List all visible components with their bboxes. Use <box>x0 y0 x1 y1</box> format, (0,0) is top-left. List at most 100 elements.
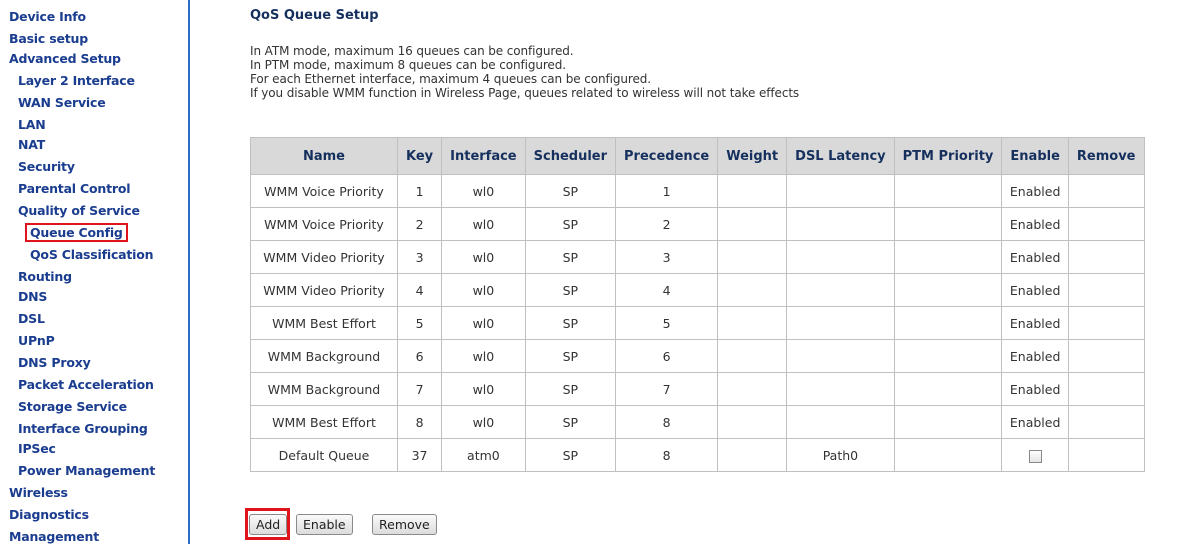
cell-weight <box>717 174 788 208</box>
cell-interface: wl0 <box>441 372 526 406</box>
cell-name: WMM Voice Priority <box>250 207 398 241</box>
sidebar-item-security[interactable]: Security <box>18 159 75 174</box>
table-body: WMM Voice Priority 1 wl0 SP 1 Enabled WMM Voic… <box>250 174 1145 472</box>
sidebar-item-advanced-setup[interactable]: Advanced Setup <box>9 51 121 66</box>
cell-weight <box>717 273 788 307</box>
sidebar-item-management[interactable]: Management <box>9 529 99 544</box>
cell-ptm-priority <box>893 372 1003 406</box>
cell-precedence: 6 <box>615 339 719 373</box>
enable-button[interactable]: Enable <box>296 514 353 535</box>
sidebar-item-ipsec[interactable]: IPSec <box>18 441 56 456</box>
add-button[interactable]: Add <box>249 514 288 535</box>
cell-dsl-latency <box>786 306 895 340</box>
cell-interface: wl0 <box>441 240 526 274</box>
table-row: WMM Best Effort 5 wl0 SP 5 Enabled <box>250 306 1145 340</box>
cell-name: WMM Background <box>250 339 398 373</box>
cell-enable: Enabled <box>1001 405 1069 439</box>
cell-weight <box>717 339 788 373</box>
sidebar-item-interface-grouping[interactable]: Interface Grouping <box>18 421 148 436</box>
column-header-scheduler: Scheduler <box>524 137 617 175</box>
cell-remove <box>1067 174 1145 208</box>
cell-remove <box>1067 240 1145 274</box>
cell-remove <box>1067 438 1145 472</box>
sidebar-item-dns-proxy[interactable]: DNS Proxy <box>18 355 91 370</box>
cell-precedence: 3 <box>615 240 719 274</box>
cell-key: 4 <box>396 273 443 307</box>
cell-dsl-latency <box>786 207 895 241</box>
cell-precedence: 1 <box>615 174 719 208</box>
sidebar-item-power-management[interactable]: Power Management <box>18 463 155 478</box>
cell-enable: Enabled <box>1001 372 1069 406</box>
sidebar-item-qos-classification[interactable]: QoS Classification <box>30 247 154 262</box>
cell-name: WMM Best Effort <box>250 405 398 439</box>
column-header-weight: Weight <box>717 137 788 175</box>
cell-scheduler: SP <box>524 240 617 274</box>
enable-checkbox[interactable] <box>1028 449 1042 463</box>
sidebar-item-lan[interactable]: LAN <box>18 117 46 132</box>
sidebar-item-routing[interactable]: Routing <box>18 269 72 284</box>
sidebar-item-storage-service[interactable]: Storage Service <box>18 399 127 414</box>
cell-scheduler: SP <box>524 372 617 406</box>
cell-weight <box>717 207 788 241</box>
cell-weight <box>717 372 788 406</box>
sidebar-item-diagnostics[interactable]: Diagnostics <box>9 507 89 522</box>
sidebar-item-packet-acceleration[interactable]: Packet Acceleration <box>18 377 154 392</box>
qos-queue-table: Name Key Interface Scheduler Precedence … <box>250 137 1145 472</box>
sidebar-item-dns[interactable]: DNS <box>18 289 47 304</box>
sidebar-item-queue-config[interactable]: Queue Config <box>25 223 128 242</box>
cell-interface: atm0 <box>441 438 526 472</box>
cell-dsl-latency <box>786 405 895 439</box>
sidebar-item-nat[interactable]: NAT <box>18 137 45 152</box>
cell-interface: wl0 <box>441 405 526 439</box>
cell-precedence: 5 <box>615 306 719 340</box>
cell-interface: wl0 <box>441 273 526 307</box>
cell-weight <box>717 405 788 439</box>
sidebar-item-device-info[interactable]: Device Info <box>9 9 86 24</box>
table-row: WMM Voice Priority 1 wl0 SP 1 Enabled <box>250 174 1145 208</box>
sidebar-item-layer2-interface[interactable]: Layer 2 Interface <box>18 73 135 88</box>
table-row: WMM Background 6 wl0 SP 6 Enabled <box>250 339 1145 373</box>
cell-key: 3 <box>396 240 443 274</box>
cell-key: 8 <box>396 405 443 439</box>
cell-scheduler: SP <box>524 438 617 472</box>
cell-dsl-latency <box>786 339 895 373</box>
info-line-wmm: If you disable WMM function in Wireless … <box>250 86 800 100</box>
cell-dsl-latency: Path0 <box>786 438 895 472</box>
cell-ptm-priority <box>893 339 1003 373</box>
cell-ptm-priority <box>893 306 1003 340</box>
cell-enable: Enabled <box>1001 339 1069 373</box>
cell-name: WMM Video Priority <box>250 240 398 274</box>
table-row: Default Queue 37 atm0 SP 8 Path0 <box>250 438 1145 472</box>
remove-button[interactable]: Remove <box>372 514 437 535</box>
cell-name: WMM Voice Priority <box>250 174 398 208</box>
cell-dsl-latency <box>786 240 895 274</box>
sidebar-item-basic-setup[interactable]: Basic setup <box>9 31 88 46</box>
column-header-key: Key <box>396 137 443 175</box>
sidebar-item-parental-control[interactable]: Parental Control <box>18 181 131 196</box>
cell-interface: wl0 <box>441 306 526 340</box>
cell-enable: Enabled <box>1001 207 1069 241</box>
sidebar-item-wireless[interactable]: Wireless <box>9 485 68 500</box>
sidebar-item-wan-service[interactable]: WAN Service <box>18 95 106 110</box>
column-header-remove: Remove <box>1067 137 1145 175</box>
sidebar-item-upnp[interactable]: UPnP <box>18 333 55 348</box>
cell-key: 7 <box>396 372 443 406</box>
cell-dsl-latency <box>786 372 895 406</box>
sidebar-item-dsl[interactable]: DSL <box>18 311 45 326</box>
cell-remove <box>1067 306 1145 340</box>
column-header-dsl-latency: DSL Latency <box>786 137 895 175</box>
cell-remove <box>1067 405 1145 439</box>
cell-precedence: 4 <box>615 273 719 307</box>
cell-ptm-priority <box>893 273 1003 307</box>
cell-scheduler: SP <box>524 306 617 340</box>
cell-ptm-priority <box>893 174 1003 208</box>
cell-interface: wl0 <box>441 174 526 208</box>
cell-ptm-priority <box>893 438 1003 472</box>
column-header-precedence: Precedence <box>615 137 719 175</box>
cell-enable: Enabled <box>1001 174 1069 208</box>
cell-ptm-priority <box>893 207 1003 241</box>
cell-enable <box>1001 438 1069 472</box>
cell-scheduler: SP <box>524 174 617 208</box>
sidebar-item-quality-of-service[interactable]: Quality of Service <box>18 203 140 218</box>
cell-ptm-priority <box>893 405 1003 439</box>
